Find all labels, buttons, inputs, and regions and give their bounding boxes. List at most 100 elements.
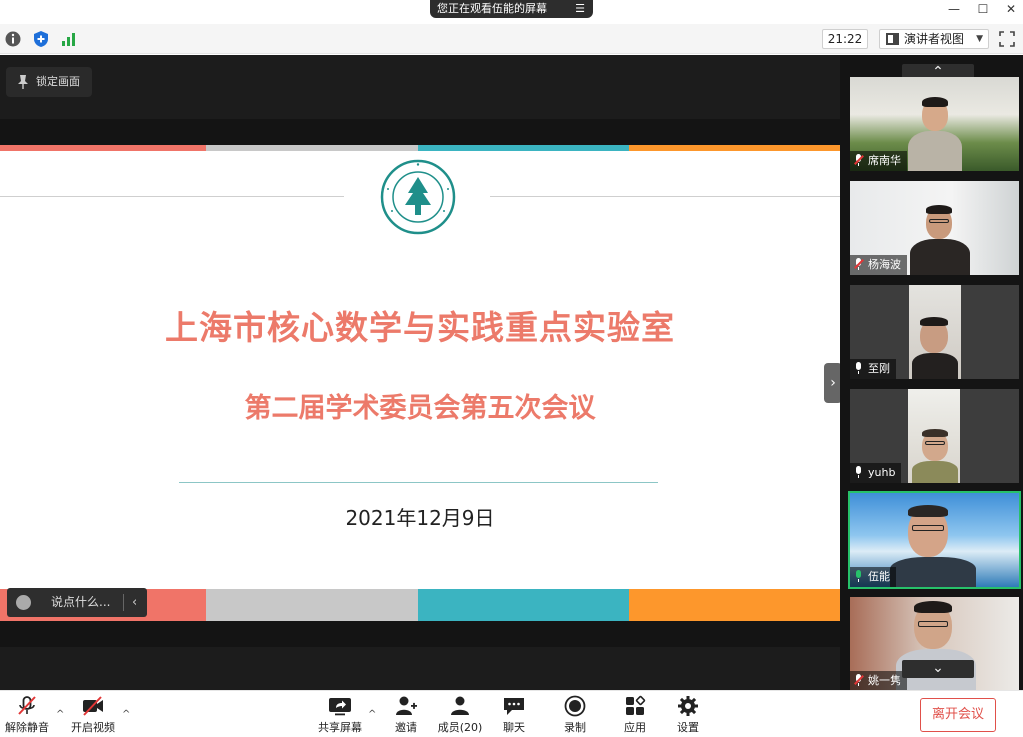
letterbox-top xyxy=(0,119,840,145)
participant-hair xyxy=(922,97,948,107)
chat-placeholder: 说点什么... xyxy=(51,595,111,609)
unmute-button[interactable]: 解除静音 xyxy=(4,695,50,735)
view-mode-dropdown[interactable]: 演讲者视图 ▼ xyxy=(879,29,989,49)
participant-glasses xyxy=(929,219,949,223)
slide-date: 2021年12月9日 xyxy=(345,506,495,530)
participant-glasses xyxy=(918,621,948,627)
menu-icon[interactable]: ☰ xyxy=(572,0,588,18)
participant-body xyxy=(912,353,958,379)
color-stripe-top-2 xyxy=(206,145,418,151)
video-tile-3[interactable]: 至刚 xyxy=(850,285,1019,379)
share-screen-label: 共享屏幕 xyxy=(318,721,362,734)
letterbox-bottom xyxy=(0,621,840,647)
header-rule-left xyxy=(0,196,344,197)
participant-body xyxy=(910,239,970,275)
video-tile-4[interactable]: yuhb xyxy=(850,389,1019,483)
color-stripe-bottom-4 xyxy=(629,589,840,621)
invite-button[interactable]: 邀请 xyxy=(390,695,422,735)
video-options-caret[interactable]: ^ xyxy=(122,709,130,720)
color-stripe-bottom-3 xyxy=(418,589,629,621)
meeting-info-row: 21:22 演讲者视图 ▼ xyxy=(0,24,1023,54)
info-icon[interactable] xyxy=(4,30,22,48)
participant-video-panel: ⌃ 席南华 杨海波 至刚 yuhb 伍能 姚一隽 ⌄ xyxy=(840,55,1023,691)
header-rule-right xyxy=(490,196,840,197)
maximize-button[interactable]: ☐ xyxy=(971,0,995,20)
network-signal-icon[interactable] xyxy=(60,30,78,48)
participant-name: yuhb xyxy=(868,466,896,479)
emoji-icon[interactable] xyxy=(16,595,31,610)
slide-subtitle: 第二届学术委员会第五次会议 xyxy=(244,393,596,424)
color-stripe-top-4 xyxy=(629,145,840,151)
participant-name: 伍能 xyxy=(868,570,890,583)
share-screen-icon xyxy=(329,698,351,716)
participant-name-tag: 席南华 xyxy=(850,151,907,171)
gear-icon xyxy=(678,696,698,716)
color-stripe-bottom-2 xyxy=(206,589,418,621)
speaker-view-icon xyxy=(886,33,899,45)
muted-microphone-icon xyxy=(18,696,36,715)
participant-hair xyxy=(908,505,948,517)
scroll-down-button[interactable]: ⌄ xyxy=(902,660,974,678)
muted-mic-icon xyxy=(854,674,864,686)
participant-glasses xyxy=(925,441,945,445)
settings-button[interactable]: 设置 xyxy=(672,695,704,735)
participant-body xyxy=(890,557,976,587)
participant-name-tag: yuhb xyxy=(850,463,902,483)
participant-name-tag: 伍能 xyxy=(850,567,896,587)
muted-mic-icon xyxy=(854,154,864,166)
start-video-button[interactable]: 开启视频 xyxy=(70,695,116,735)
participant-body xyxy=(912,461,958,483)
apps-button[interactable]: 应用 xyxy=(619,695,651,735)
video-tile-2[interactable]: 杨海波 xyxy=(850,181,1019,275)
participant-name: 席南华 xyxy=(868,154,901,167)
apps-label: 应用 xyxy=(624,721,646,734)
participants-button[interactable]: 成员(20) xyxy=(436,695,484,735)
meeting-timer: 21:22 xyxy=(822,29,868,49)
meeting-controls-toolbar: 解除静音 ^ 开启视频 ^ 共享屏幕 ^ 邀请 成员(20) 聊天 录制 应用 … xyxy=(0,690,1023,737)
share-options-caret[interactable]: ^ xyxy=(368,709,376,720)
share-screen-button[interactable]: 共享屏幕 xyxy=(316,695,364,735)
fullscreen-icon[interactable] xyxy=(999,31,1015,47)
participant-name: 杨海波 xyxy=(868,258,901,271)
invite-label: 邀请 xyxy=(395,721,417,734)
audio-options-caret[interactable]: ^ xyxy=(56,709,64,720)
university-seal-logo xyxy=(380,159,456,235)
color-stripe-top-1 xyxy=(0,145,206,151)
record-icon xyxy=(564,695,586,717)
apps-grid-icon xyxy=(626,695,646,715)
speaking-mic-icon xyxy=(854,570,863,582)
video-tile-5-active-speaker[interactable]: 伍能 xyxy=(848,491,1021,589)
lock-screen-button[interactable]: 锁定画面 xyxy=(6,67,92,97)
participant-name-tag: 姚一隽 xyxy=(850,671,907,691)
minimize-button[interactable]: — xyxy=(942,0,966,20)
collapse-chevron-icon[interactable]: ‹ xyxy=(132,588,137,617)
start-video-label: 开启视频 xyxy=(71,721,115,734)
leave-meeting-button[interactable]: 离开会议 xyxy=(920,698,996,732)
mic-icon xyxy=(854,362,863,374)
muted-mic-icon xyxy=(854,258,864,270)
quick-chat-input[interactable]: 说点什么... ‹ xyxy=(7,588,147,617)
close-button[interactable]: ✕ xyxy=(999,0,1023,20)
add-user-icon xyxy=(396,696,417,715)
share-notice-pill[interactable]: 您正在观看伍能的屏幕 ☰ xyxy=(430,0,593,18)
lock-screen-label: 锁定画面 xyxy=(36,75,80,88)
record-label: 录制 xyxy=(564,721,586,734)
chat-button[interactable]: 聊天 xyxy=(498,695,530,735)
video-off-camera-icon xyxy=(83,696,103,716)
presentation-slide: 上海市核心数学与实践重点实验室 第二届学术委员会第五次会议 2021年12月9日 xyxy=(0,145,840,621)
participant-name: 姚一隽 xyxy=(868,674,901,687)
mic-icon xyxy=(854,466,863,478)
participant-body xyxy=(908,131,962,171)
participants-label: 成员(20) xyxy=(437,721,483,734)
view-mode-label: 演讲者视图 xyxy=(904,32,965,46)
chat-label: 聊天 xyxy=(503,721,525,734)
unmute-label: 解除静音 xyxy=(5,721,49,734)
participant-name: 至刚 xyxy=(868,362,890,375)
video-tile-1[interactable]: 席南华 xyxy=(850,77,1019,171)
settings-label: 设置 xyxy=(677,721,699,734)
security-shield-icon[interactable] xyxy=(32,30,50,48)
participant-hair xyxy=(920,317,948,326)
participant-hair xyxy=(922,429,948,437)
participant-hair xyxy=(914,601,952,613)
record-button[interactable]: 录制 xyxy=(559,695,591,735)
